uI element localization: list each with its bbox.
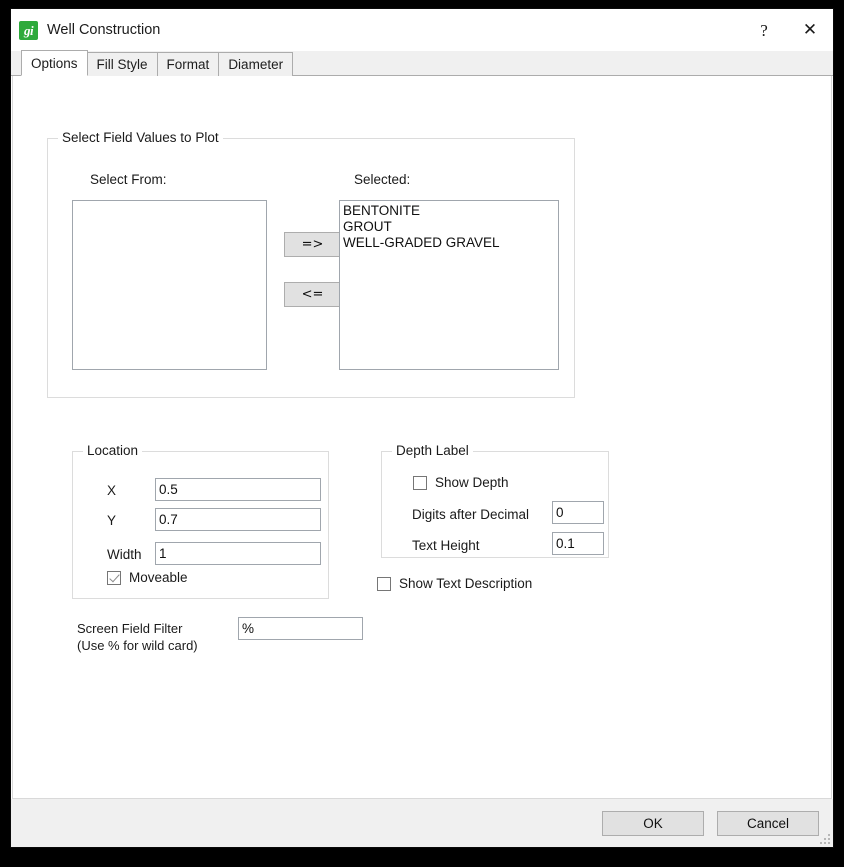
select-from-label: Select From: <box>90 172 167 187</box>
cancel-button[interactable]: Cancel <box>717 811 819 836</box>
show-depth-label: Show Depth <box>435 475 509 490</box>
tab-content-options: Select Field Values to Plot Select From:… <box>12 76 832 799</box>
select-field-values-group-title: Select Field Values to Plot <box>58 130 223 145</box>
text-height-input[interactable] <box>552 532 604 555</box>
app-logo-glyph: gi <box>19 21 38 40</box>
screen-field-filter-label: Screen Field Filter (Use % for wild card… <box>77 620 198 654</box>
moveable-checkbox[interactable]: Moveable <box>107 570 188 585</box>
screen-field-filter-input[interactable] <box>238 617 363 640</box>
dialog-footer: OK Cancel <box>11 799 833 847</box>
close-icon: ✕ <box>803 22 817 39</box>
close-button[interactable]: ✕ <box>787 9 833 51</box>
y-input[interactable] <box>155 508 321 531</box>
checkbox-box-icon <box>377 577 391 591</box>
available-fields-listbox[interactable] <box>72 200 267 370</box>
tab-diameter[interactable]: Diameter <box>218 52 293 76</box>
depth-label-group-title: Depth Label <box>392 443 473 458</box>
show-text-description-label: Show Text Description <box>399 576 532 591</box>
add-to-selected-button[interactable]: => <box>284 232 341 257</box>
show-depth-checkbox[interactable]: Show Depth <box>413 475 509 490</box>
select-field-values-group: Select Field Values to Plot Select From:… <box>47 138 575 398</box>
selected-label: Selected: <box>354 172 410 187</box>
width-label: Width <box>107 547 142 562</box>
checkbox-box-icon <box>413 476 427 490</box>
screen: gi Well Construction ? ✕ Options Fill St… <box>0 0 844 867</box>
screen-field-filter-label-line1: Screen Field Filter <box>77 620 198 637</box>
remove-from-selected-button[interactable]: <= <box>284 282 341 307</box>
checkbox-box-icon <box>107 571 121 585</box>
list-item[interactable]: WELL-GRADED GRAVEL <box>343 235 558 251</box>
tab-strip: Options Fill Style Format Diameter <box>11 51 833 76</box>
tab-options[interactable]: Options <box>21 50 88 76</box>
list-item[interactable]: GROUT <box>343 219 558 235</box>
resize-grip[interactable] <box>818 832 830 844</box>
selected-fields-listbox[interactable]: BENTONITE GROUT WELL-GRADED GRAVEL <box>339 200 559 370</box>
text-height-label: Text Height <box>412 538 480 553</box>
tab-format[interactable]: Format <box>157 52 220 76</box>
y-label: Y <box>107 513 116 528</box>
depth-label-group: Depth Label Show Depth Digits after Deci… <box>381 451 609 558</box>
help-icon: ? <box>760 22 768 39</box>
dialog-window: gi Well Construction ? ✕ Options Fill St… <box>10 8 834 848</box>
tab-fill-style[interactable]: Fill Style <box>87 52 158 76</box>
title-bar: gi Well Construction ? ✕ <box>11 9 833 51</box>
window-title: Well Construction <box>47 22 741 38</box>
ok-button[interactable]: OK <box>602 811 704 836</box>
location-group-title: Location <box>83 443 142 458</box>
screen-field-filter-label-line2: (Use % for wild card) <box>77 637 198 654</box>
show-text-description-checkbox[interactable]: Show Text Description <box>377 576 532 591</box>
moveable-label: Moveable <box>129 570 188 585</box>
help-button[interactable]: ? <box>741 9 787 51</box>
list-item[interactable]: BENTONITE <box>343 203 558 219</box>
x-label: X <box>107 483 116 498</box>
digits-after-decimal-label: Digits after Decimal <box>412 507 529 522</box>
digits-after-decimal-input[interactable] <box>552 501 604 524</box>
location-group: Location X Y Width Moveable <box>72 451 329 599</box>
width-input[interactable] <box>155 542 321 565</box>
x-input[interactable] <box>155 478 321 501</box>
app-logo-icon: gi <box>19 21 38 40</box>
